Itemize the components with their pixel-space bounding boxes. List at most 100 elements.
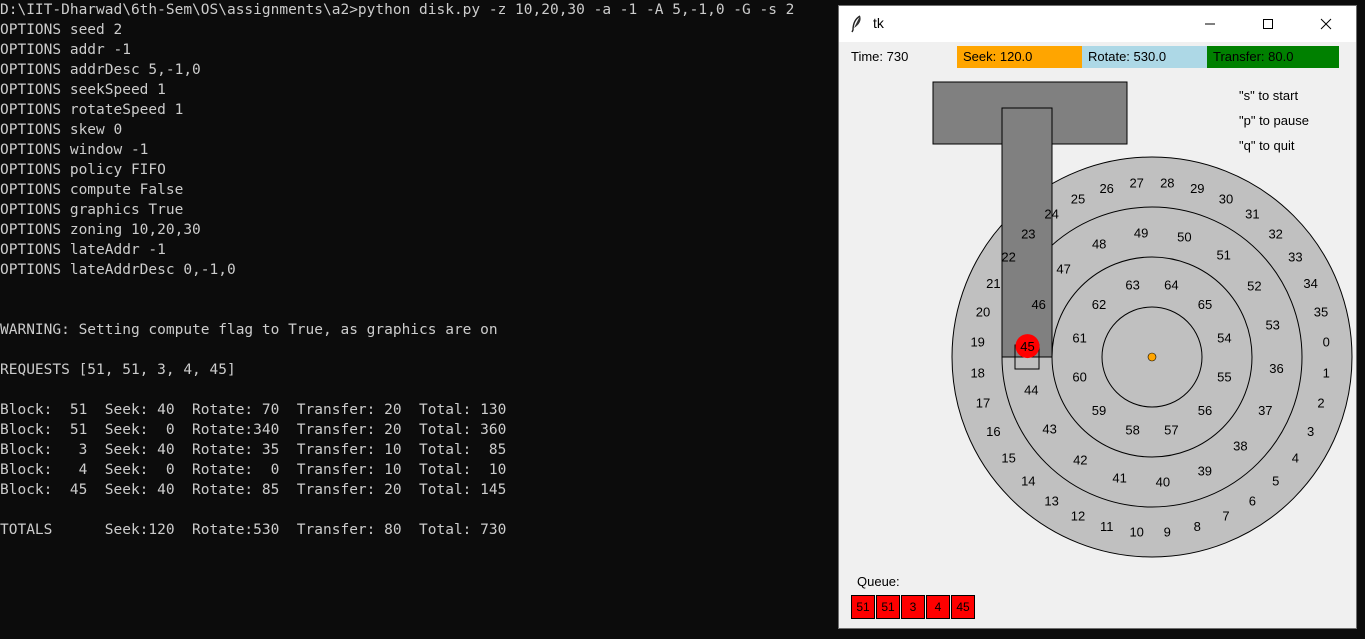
block-label: 49 bbox=[1134, 226, 1148, 241]
block-label: 14 bbox=[1021, 474, 1035, 489]
block-label: 25 bbox=[1071, 191, 1085, 206]
spindle-dot bbox=[1147, 352, 1157, 362]
block-label: 36 bbox=[1269, 361, 1283, 376]
block-label: 27 bbox=[1129, 176, 1143, 191]
block-label: 12 bbox=[1071, 509, 1085, 524]
hint-start: "s" to start bbox=[1239, 88, 1299, 103]
block-label: 32 bbox=[1268, 226, 1282, 241]
console-line: D:\IIT-Dharwad\6th-Sem\OS\assignments\a2… bbox=[0, 2, 795, 18]
queue-label: Queue: bbox=[857, 574, 900, 589]
block-label: 55 bbox=[1217, 369, 1231, 384]
block-label: 24 bbox=[1044, 207, 1058, 222]
console-line: Block: 45 Seek: 40 Rotate: 85 Transfer: … bbox=[0, 482, 507, 498]
console-line: OPTIONS zoning 10,20,30 bbox=[0, 222, 201, 238]
minimize-icon bbox=[1205, 23, 1215, 25]
block-label: 18 bbox=[970, 365, 984, 380]
queue-item: 51 bbox=[851, 595, 875, 619]
block-label: 56 bbox=[1198, 403, 1212, 418]
block-label: 30 bbox=[1219, 191, 1233, 206]
block-label: 29 bbox=[1190, 181, 1204, 196]
maximize-icon bbox=[1263, 19, 1273, 29]
console-line: OPTIONS seed 2 bbox=[0, 22, 123, 38]
block-label: 58 bbox=[1125, 422, 1139, 437]
hint-quit: "q" to quit bbox=[1239, 138, 1295, 153]
block-label: 64 bbox=[1164, 278, 1178, 293]
block-label: 54 bbox=[1217, 331, 1231, 346]
block-label: 10 bbox=[1129, 524, 1143, 539]
block-label: 0 bbox=[1323, 335, 1330, 350]
window-title: tk bbox=[873, 15, 884, 31]
block-label: 3 bbox=[1307, 424, 1314, 439]
block-label: 43 bbox=[1042, 422, 1056, 437]
queue-item: 3 bbox=[901, 595, 925, 619]
block-label: 19 bbox=[970, 335, 984, 350]
block-label: 1 bbox=[1323, 365, 1330, 380]
close-button[interactable] bbox=[1297, 6, 1355, 42]
block-label: 28 bbox=[1160, 176, 1174, 191]
block-label: 23 bbox=[1021, 226, 1035, 241]
block-label: 62 bbox=[1092, 297, 1106, 312]
block-label: 47 bbox=[1056, 262, 1070, 277]
block-label: 11 bbox=[1100, 519, 1114, 534]
maximize-button[interactable] bbox=[1239, 6, 1297, 42]
block-label: 41 bbox=[1112, 471, 1126, 486]
block-label: 6 bbox=[1249, 493, 1256, 508]
console-line: OPTIONS window -1 bbox=[0, 142, 149, 158]
block-label: 46 bbox=[1031, 297, 1045, 312]
block-label: 17 bbox=[976, 395, 990, 410]
block-label: 57 bbox=[1164, 422, 1178, 437]
block-label: 48 bbox=[1092, 237, 1106, 252]
console-line: Block: 51 Seek: 0 Rotate:340 Transfer: 2… bbox=[0, 422, 507, 438]
block-label: 60 bbox=[1072, 369, 1086, 384]
disk-simulator-window: tk Time: 730 Seek: 120.0 Rotate: 530.0 T… bbox=[838, 5, 1357, 629]
block-label: 15 bbox=[1001, 450, 1015, 465]
terminal-console[interactable]: D:\IIT-Dharwad\6th-Sem\OS\assignments\a2… bbox=[0, 0, 836, 639]
console-line: Block: 51 Seek: 40 Rotate: 70 Transfer: … bbox=[0, 402, 507, 418]
console-line: TOTALS Seek:120 Rotate:530 Transfer: 80 … bbox=[0, 522, 507, 538]
feather-icon bbox=[851, 15, 861, 33]
block-label: 40 bbox=[1156, 475, 1170, 490]
hint-pause: "p" to pause bbox=[1239, 113, 1309, 128]
block-label: 53 bbox=[1265, 318, 1279, 333]
console-line: OPTIONS rotateSpeed 1 bbox=[0, 102, 184, 118]
console-line: OPTIONS skew 0 bbox=[0, 122, 123, 138]
console-line: Block: 4 Seek: 0 Rotate: 0 Transfer: 10 … bbox=[0, 462, 507, 478]
console-line: OPTIONS policy FIFO bbox=[0, 162, 166, 178]
block-label: 21 bbox=[986, 276, 1000, 291]
console-line: WARNING: Setting compute flag to True, a… bbox=[0, 322, 498, 338]
block-label: 37 bbox=[1258, 403, 1272, 418]
block-label: 65 bbox=[1198, 297, 1212, 312]
console-line: OPTIONS compute False bbox=[0, 182, 184, 198]
block-label: 52 bbox=[1247, 278, 1261, 293]
block-label: 13 bbox=[1044, 493, 1058, 508]
block-label: 31 bbox=[1245, 207, 1259, 222]
console-line: REQUESTS [51, 51, 3, 4, 45] bbox=[0, 362, 236, 378]
block-label: 20 bbox=[976, 305, 990, 320]
queue-item: 4 bbox=[926, 595, 950, 619]
block-label: 44 bbox=[1024, 382, 1038, 397]
block-label: 16 bbox=[986, 424, 1000, 439]
queue-item: 45 bbox=[951, 595, 975, 619]
console-line: OPTIONS addrDesc 5,-1,0 bbox=[0, 62, 201, 78]
block-label: 61 bbox=[1072, 331, 1086, 346]
simulation-canvas: Time: 730 Seek: 120.0 Rotate: 530.0 Tran… bbox=[839, 42, 1356, 628]
title-bar[interactable]: tk bbox=[839, 6, 1356, 42]
block-label: 63 bbox=[1125, 278, 1139, 293]
block-label: 39 bbox=[1198, 463, 1212, 478]
block-label: 5 bbox=[1272, 474, 1279, 489]
console-line: Block: 3 Seek: 40 Rotate: 35 Transfer: 1… bbox=[0, 442, 507, 458]
close-icon bbox=[1320, 18, 1332, 30]
block-label: 22 bbox=[1001, 250, 1015, 265]
block-label: 2 bbox=[1317, 395, 1324, 410]
block-label: 26 bbox=[1099, 181, 1113, 196]
console-line: OPTIONS lateAddrDesc 0,-1,0 bbox=[0, 262, 236, 278]
queue-item: 51 bbox=[876, 595, 900, 619]
block-label: 7 bbox=[1222, 509, 1229, 524]
block-label: 59 bbox=[1092, 403, 1106, 418]
minimize-button[interactable] bbox=[1181, 6, 1239, 42]
block-label: 8 bbox=[1194, 519, 1201, 534]
